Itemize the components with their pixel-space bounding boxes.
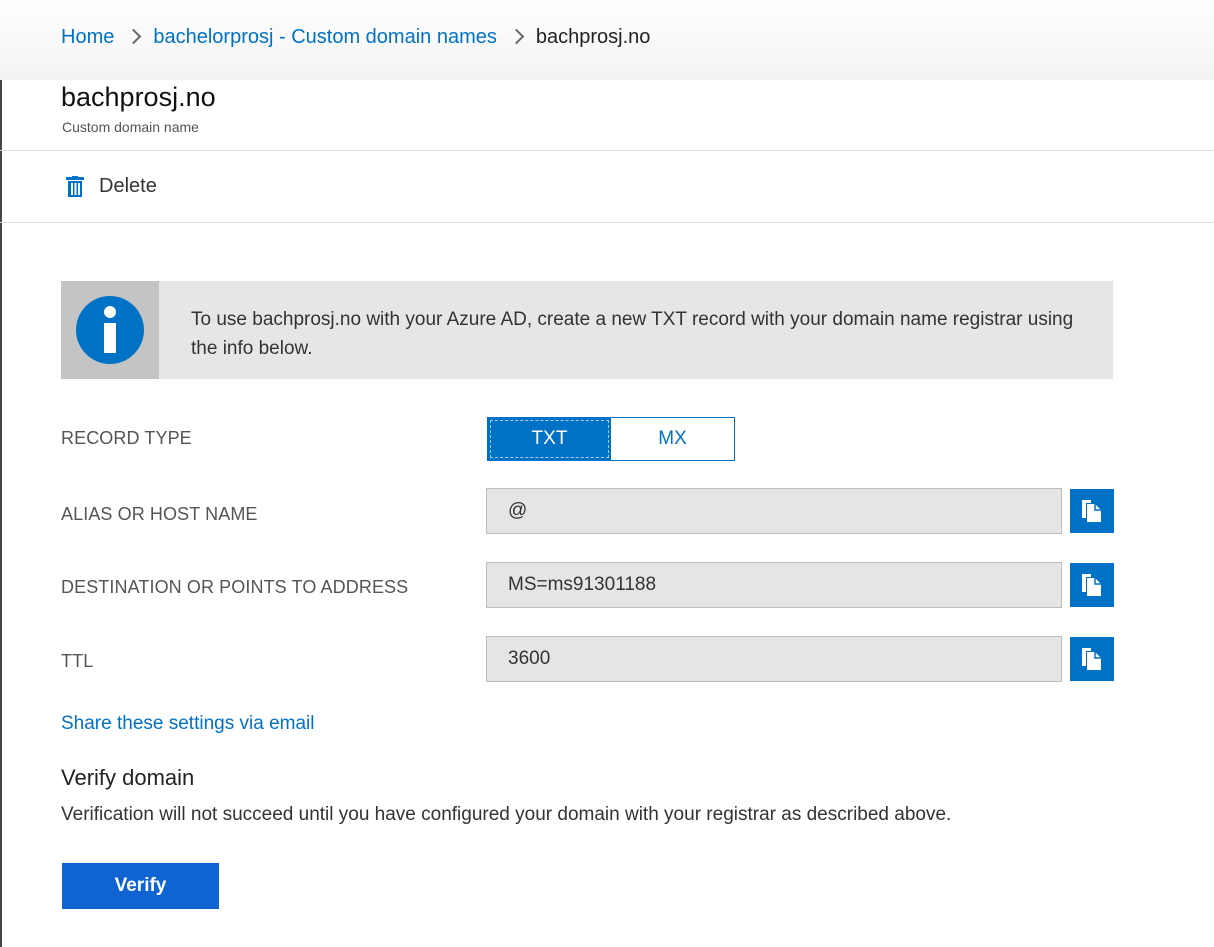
info-message: To use bachprosj.no with your Azure AD, … — [191, 309, 1074, 359]
info-icon-box — [61, 281, 159, 379]
ttl-field[interactable]: 3600 — [486, 636, 1062, 682]
copy-icon — [1082, 648, 1101, 670]
info-icon — [76, 296, 144, 364]
alias-label: ALIAS OR HOST NAME — [61, 504, 258, 524]
record-type-option-mx[interactable]: MX — [611, 418, 734, 460]
copy-icon — [1082, 574, 1101, 596]
breadcrumb-parent-link[interactable]: bachelorprosj - Custom domain names — [153, 26, 497, 49]
copy-alias-button[interactable] — [1070, 489, 1114, 533]
verify-domain-heading: Verify domain — [61, 765, 195, 790]
delete-label: Delete — [99, 175, 157, 197]
header-divider — [0, 150, 1214, 151]
destination-label: DESTINATION OR POINTS TO ADDRESS — [61, 577, 409, 597]
page-title: bachprosj.no — [61, 82, 216, 112]
breadcrumb: Home bachelorprosj - Custom domain names… — [0, 0, 1214, 80]
record-type-label: RECORD TYPE — [61, 428, 192, 448]
verify-button[interactable]: Verify — [62, 863, 219, 909]
trash-icon — [66, 175, 84, 197]
toolbar-divider — [0, 222, 1214, 223]
delete-button[interactable]: Delete — [65, 175, 157, 198]
chevron-right-icon — [126, 28, 142, 45]
breadcrumb-current: bachprosj.no — [535, 26, 651, 48]
record-type-toggle: TXT MX — [487, 417, 735, 461]
breadcrumb-row: Home bachelorprosj - Custom domain names… — [61, 26, 650, 49]
record-type-option-txt[interactable]: TXT — [488, 418, 611, 460]
copy-icon — [1082, 500, 1101, 522]
share-settings-email-link[interactable]: Share these settings via email — [61, 713, 314, 735]
verify-domain-description: Verification will not succeed until you … — [61, 804, 952, 825]
chevron-right-icon — [508, 28, 525, 45]
page-subtitle: Custom domain name — [62, 119, 199, 135]
copy-destination-button[interactable] — [1070, 563, 1114, 607]
copy-ttl-button[interactable] — [1070, 637, 1114, 681]
destination-field[interactable]: MS=ms91301188 — [486, 562, 1062, 608]
info-banner: To use bachprosj.no with your Azure AD, … — [61, 281, 1113, 379]
alias-field[interactable]: @ — [486, 488, 1062, 534]
ttl-label: TTL — [61, 651, 94, 671]
breadcrumb-home-link[interactable]: Home — [61, 26, 114, 49]
